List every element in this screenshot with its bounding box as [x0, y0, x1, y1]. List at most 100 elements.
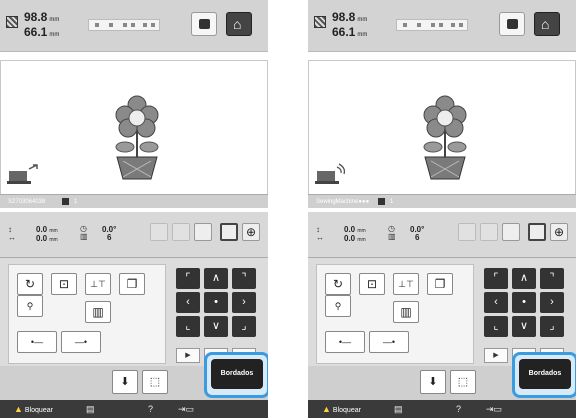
move-down-right-button[interactable]: ⌟ — [540, 316, 564, 337]
layout-button[interactable] — [150, 223, 168, 241]
presser-foot-icon[interactable]: ⇥▭ — [486, 403, 502, 415]
edit-tool-box: ↻ ⊡ ⊥⊤ ❐ ⚲ ▥ •— —• — [316, 264, 474, 364]
align-button[interactable]: ⊥⊤ — [85, 273, 111, 295]
move-up-button[interactable]: ∧ — [204, 268, 228, 289]
home-button[interactable]: ⌂ — [534, 12, 560, 36]
camera-view-button[interactable] — [194, 223, 212, 241]
move-up-right-button[interactable]: ⌝ — [540, 268, 564, 289]
camera-view-button[interactable] — [502, 223, 520, 241]
status-count: 1 — [74, 199, 78, 205]
move-up-left-button[interactable]: ⌜ — [176, 268, 200, 289]
top-bar: 98.8 mm 66.1 mm ⌂ — [308, 0, 576, 52]
document-icon[interactable]: ▤ — [394, 403, 403, 415]
embroider-button[interactable]: Bordados — [519, 359, 571, 389]
move-up-right-button[interactable]: ⌝ — [232, 268, 256, 289]
home-icon: ⌂ — [541, 16, 550, 32]
move-pad: ⌜ ∧ ⌝ ‹ • › ⌞ ∨ ⌟ — [484, 268, 566, 338]
machine-id: S2703064038 — [8, 199, 46, 205]
wireless-signal-icon — [315, 163, 346, 184]
pattern-size-readout: 98.8 mm 66.1 mm — [332, 10, 368, 39]
embroider-button[interactable]: Bordados — [211, 359, 263, 389]
embroidery-view-button[interactable] — [528, 223, 546, 241]
pattern-size-icon — [6, 16, 18, 28]
needle-button[interactable]: ▥ — [393, 301, 419, 323]
frame-trace-button[interactable]: ⬚ — [142, 370, 168, 394]
move-down-button[interactable]: ∨ — [512, 316, 536, 337]
move-down-left-button[interactable]: ⌞ — [176, 316, 200, 337]
trial-button[interactable]: ⬇ — [420, 370, 446, 394]
warning-icon: ▲ — [14, 404, 23, 414]
edit-tool-box: ↻ ⊡ ⊥⊤ ❐ ⚲ ▥ •— —• — [8, 264, 166, 364]
embroidery-view-button[interactable] — [220, 223, 238, 241]
help-icon[interactable]: ? — [148, 403, 153, 415]
presser-foot-icon[interactable]: ⇥▭ — [178, 403, 194, 415]
position-readout: 0.0 mm 0.0 mm — [344, 225, 366, 244]
align-button[interactable]: ⊥⊤ — [393, 273, 419, 295]
camera-button[interactable] — [499, 12, 525, 36]
center-button[interactable]: • — [512, 292, 536, 313]
thread-color-bar[interactable] — [396, 19, 468, 31]
move-right-button[interactable]: › — [232, 292, 256, 313]
status-count: 1 — [390, 199, 394, 205]
document-icon[interactable]: ▤ — [86, 403, 95, 415]
zoom-icon[interactable]: ⊕ — [550, 223, 568, 241]
mirror-button[interactable]: ⊡ — [359, 273, 385, 295]
thread-button[interactable]: ⚲ — [17, 295, 43, 317]
move-right-button[interactable]: › — [540, 292, 564, 313]
start-point-button[interactable]: •— — [17, 331, 57, 353]
rotate-button[interactable]: ↻ — [17, 273, 43, 295]
move-left-button[interactable]: ‹ — [484, 292, 508, 313]
needle-button[interactable]: ▥ — [85, 301, 111, 323]
move-up-button[interactable]: ∧ — [512, 268, 536, 289]
embroidery-preview[interactable] — [308, 60, 576, 194]
speed-slow-button[interactable]: ▶ — [484, 348, 508, 363]
pattern-size-icon — [314, 16, 326, 28]
machine-status-bar: SewingMachine●●● 1 — [308, 194, 576, 208]
trial-button[interactable]: ⬇ — [112, 370, 138, 394]
copy-button[interactable]: ❐ — [119, 273, 145, 295]
move-down-button[interactable]: ∨ — [204, 316, 228, 337]
end-point-button[interactable]: —• — [369, 331, 409, 353]
mirror-button[interactable]: ⊡ — [51, 273, 77, 295]
lock-button[interactable]: ▲ Bloquear — [322, 403, 361, 417]
end-point-button[interactable]: —• — [61, 331, 101, 353]
pattern-size-readout: 98.8 mm 66.1 mm — [24, 10, 60, 39]
move-arrows-icon: ↕ ↔ — [316, 225, 324, 242]
move-down-left-button[interactable]: ⌞ — [484, 316, 508, 337]
edit-controls: ↻ ⊡ ⊥⊤ ❐ ⚲ ▥ •— —• ⌜ ∧ ⌝ ‹ • › ⌞ ∨ ⌟ ▶ ▸… — [308, 258, 576, 366]
rotate-button[interactable]: ↻ — [325, 273, 351, 295]
position-info-row: ↕ ↔ 0.0 mm 0.0 mm ◷ ▥ 0.0° 6 ⊕ — [308, 212, 576, 258]
layout-button[interactable] — [458, 223, 476, 241]
edit-controls: ↻ ⊡ ⊥⊤ ❐ ⚲ ▥ •— —• ⌜ ∧ ⌝ ‹ • › ⌞ ∨ ⌟ ▶ ▸… — [0, 258, 268, 366]
lock-button[interactable]: ▲ Bloquear — [14, 403, 53, 417]
top-bar: 98.8 mm 66.1 mm ⌂ — [0, 0, 268, 52]
embroidery-preview[interactable] — [0, 60, 268, 194]
angle-readout: 0.0° 6 — [410, 225, 425, 242]
position-readout: 0.0 mm 0.0 mm — [36, 225, 58, 244]
camera-button[interactable] — [191, 12, 217, 36]
scan-button[interactable] — [172, 223, 190, 241]
thread-button[interactable]: ⚲ — [325, 295, 351, 317]
rotation-icon: ◷ ▥ — [80, 224, 88, 241]
move-up-left-button[interactable]: ⌜ — [484, 268, 508, 289]
rotation-icon: ◷ ▥ — [388, 224, 396, 241]
screen-panel-right: 98.8 mm 66.1 mm ⌂ SewingMachine●●● 1 ↕ ↔… — [308, 0, 576, 418]
move-arrows-icon: ↕ ↔ — [8, 225, 16, 242]
angle-readout: 0.0° 6 — [102, 225, 117, 242]
zoom-icon[interactable]: ⊕ — [242, 223, 260, 241]
scan-button[interactable] — [480, 223, 498, 241]
home-button[interactable]: ⌂ — [226, 12, 252, 36]
center-button[interactable]: • — [204, 292, 228, 313]
flower-pattern-icon — [115, 95, 159, 180]
thread-color-bar[interactable] — [88, 19, 160, 31]
frame-trace-button[interactable]: ⬚ — [450, 370, 476, 394]
copy-button[interactable]: ❐ — [427, 273, 453, 295]
help-icon[interactable]: ? — [456, 403, 461, 415]
bottom-bar: ▲ Bloquear ▤ ? ⇥▭ — [308, 400, 576, 418]
speed-slow-button[interactable]: ▶ — [176, 348, 200, 363]
embroider-button-label: Bordados — [528, 370, 562, 377]
start-point-button[interactable]: •— — [325, 331, 365, 353]
move-down-right-button[interactable]: ⌟ — [232, 316, 256, 337]
flower-pattern-icon — [423, 95, 467, 180]
move-left-button[interactable]: ‹ — [176, 292, 200, 313]
